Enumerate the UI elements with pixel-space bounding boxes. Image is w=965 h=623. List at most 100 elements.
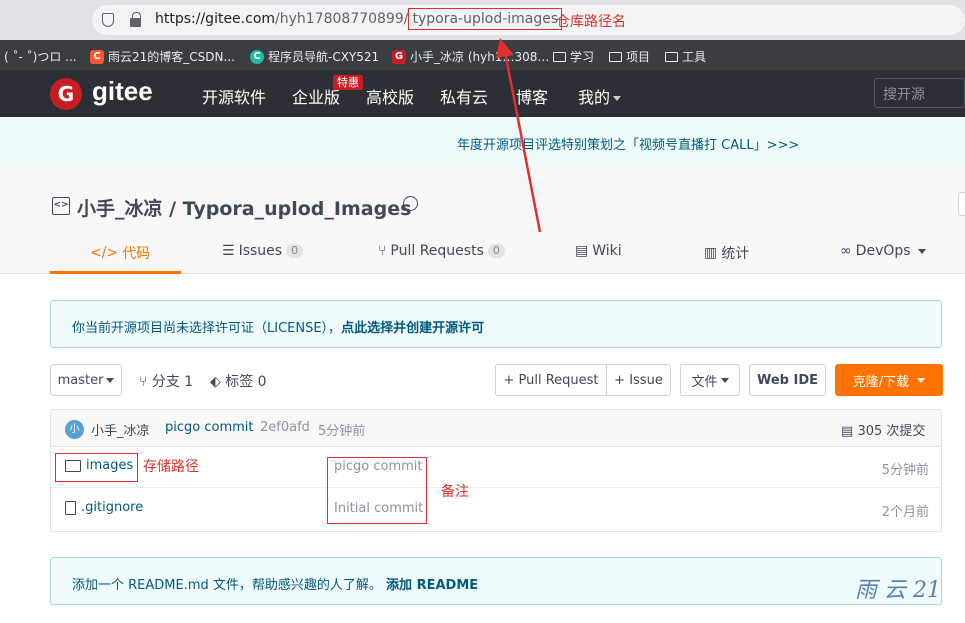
file-name-label: .gitignore [81,500,144,515]
branch-icon: ⑂ [139,374,148,390]
table-row[interactable]: .gitignore Initial commit 2个月前 [51,488,941,530]
gitee-logo-text[interactable]: gitee [92,76,153,107]
commit-history-icon: ▤ [841,424,854,439]
caret-down-icon [917,248,926,254]
latest-commit-bar: 小 小手_冰凉 picgo commit 2ef0afd 5分钟前 ▤ 305 … [50,409,942,447]
nav-mine-label: 我的 [578,88,611,107]
add-readme-link[interactable]: 添加 README [386,578,478,593]
caret-down-icon [106,377,115,383]
commit-author[interactable]: 小手_冰凉 [91,420,150,439]
tab-label: 代码 [122,246,151,262]
tab-pull-requests[interactable]: ⑂ Pull Requests 0 [378,243,505,259]
caret-down-icon [720,377,729,383]
tab-label: 统计 [721,246,750,262]
csdn-icon: C [90,49,104,64]
caret-down-icon [613,96,622,101]
tab-label: Issues [238,243,283,259]
annotation-box-images [55,453,138,482]
bookmark-3[interactable]: G 小手_冰凉 (hyh1…308… [392,48,549,65]
repo-title[interactable]: 小手_冰凉 / Typora_uplod_Images [77,194,411,221]
bookmark-5[interactable]: 项目 [609,48,650,65]
bookmark-label: 雨云21的博客_CSDN... [108,50,235,64]
new-issue-button[interactable]: + Issue [606,364,671,396]
promo-banner: 年度开源项目评选特别策划之「视频号直播打 CALL」>>> [0,117,965,165]
nav-edu[interactable]: 高校版 [366,84,414,108]
web-ide-button[interactable]: Web IDE [749,364,826,396]
nav-private-cloud[interactable]: 私有云 [440,84,488,108]
url-text[interactable]: https://gitee.com/hyh17808770899/typora-… [155,8,563,30]
repo-code-icon: <> [52,197,70,215]
repo-watch-button[interactable] [958,192,965,216]
tags-link[interactable]: ⬖ 标签 0 [210,371,267,391]
annotation-remark: 备注 [441,484,469,500]
readme-notice: 添加一个 README.md 文件，帮助感兴趣的人了解。 添加 README [50,557,942,605]
annotation-box-commit [327,457,427,524]
gitee-navbar: G gitee 开源软件 企业版 特惠 高校版 私有云 博客 我的 搜开源 [0,70,965,117]
commit-hash[interactable]: 2ef0afd [260,420,310,435]
annotation-storage-path: 存储路径 [143,459,199,475]
folder-icon [665,51,678,62]
commit-count[interactable]: ▤ 305 次提交 [841,420,925,439]
shield-icon[interactable] [102,13,114,27]
file-name[interactable]: .gitignore [65,500,143,515]
folder-icon [553,51,566,62]
url-path: /hyh17808770899/ [275,11,409,27]
promo-badge: 特惠 [333,75,363,90]
repo-header: <> 小手_冰凉 / Typora_uplod_Images </> 代码 ☰ Is… [0,165,965,274]
active-tab-underline [50,271,181,274]
license-message: 你当前开源项目尚未选择许可证（LICENSE）， [72,321,342,336]
tab-issues[interactable]: ☰ Issues 0 [222,243,304,259]
clone-download-button[interactable]: 克隆/下载 [835,364,943,396]
readme-message: 添加一个 README.md 文件，帮助感兴趣的人了解。 [72,578,382,593]
file-time: 2个月前 [881,505,929,520]
license-notice: 你当前开源项目尚未选择许可证（LICENSE），点此选择并创建开源许可 [50,300,942,348]
bookmarks-bar: ( ˚- ˚)つロ ... C 雨云21的博客_CSDN... C 程序员导航-CX… [0,40,965,70]
devops-icon: ∞ [840,243,852,259]
tab-stats[interactable]: ▥ 统计 [704,243,749,263]
tab-count: 0 [286,244,304,258]
tag-icon: ⬖ [210,374,221,390]
bookmark-label: 程序员导航-CXY521 [268,50,380,64]
pull-request-icon: ⑂ [378,243,387,259]
commit-message[interactable]: picgo commit [165,420,254,435]
bookmark-label: 小手_冰凉 (hyh1…308… [410,50,550,64]
wiki-icon: ▤ [575,243,589,259]
url-repo-highlight: typora-uplod-images [408,8,563,30]
clone-label: 克隆/下载 [852,374,910,390]
bookmark-0[interactable]: ( ˚- ˚)つロ ... [4,48,77,65]
bookmark-label: 工具 [682,50,707,64]
bookmark-6[interactable]: 工具 [665,48,706,65]
tab-code[interactable]: </> 代码 [90,243,150,263]
readme-text: 添加一个 README.md 文件，帮助感兴趣的人了解。 添加 README [72,574,478,593]
bookmark-label: 项目 [626,50,651,64]
chart-icon: ▥ [704,245,718,261]
gitee-icon: G [392,49,406,64]
bookmark-4[interactable]: 学习 [553,48,594,65]
new-pull-request-button[interactable]: + Pull Request [495,364,607,396]
gitee-logo-icon[interactable]: G [50,78,82,110]
lock-icon[interactable] [130,12,141,27]
tab-devops[interactable]: ∞ DevOps [840,243,926,259]
files-dropdown[interactable]: 文件 [680,364,740,396]
watermark: 雨 云 21 [855,578,941,603]
nav-blog[interactable]: 博客 [516,84,548,108]
tab-wiki[interactable]: ▤ Wiki [575,243,622,259]
branch-select[interactable]: master [50,364,122,396]
license-link[interactable]: 点此选择并创建开源许可 [341,321,484,336]
commit-time: 5分钟前 [318,424,366,439]
bookmark-1[interactable]: C 雨云21的博客_CSDN... [90,48,235,65]
nav-search-input[interactable]: 搜开源 [874,78,965,108]
banner-link[interactable]: 年度开源项目评选特别策划之「视频号直播打 CALL」>>> [457,134,799,153]
branches-link[interactable]: ⑂ 分支 1 [139,371,193,391]
bookmark-label: 学习 [570,50,595,64]
nav-open-source[interactable]: 开源软件 [202,84,266,108]
issues-icon: ☰ [222,243,235,259]
avatar[interactable]: 小 [65,420,84,439]
tags-label: 标签 0 [225,374,267,390]
bookmark-2[interactable]: C 程序员导航-CXY521 [250,48,379,65]
code-icon: </> [90,245,119,261]
branches-label: 分支 1 [151,374,194,390]
repo-badge-icon[interactable] [403,196,418,211]
bookmark-label: ( ˚- ˚)つロ ... [4,50,77,64]
nav-mine[interactable]: 我的 [578,84,622,108]
